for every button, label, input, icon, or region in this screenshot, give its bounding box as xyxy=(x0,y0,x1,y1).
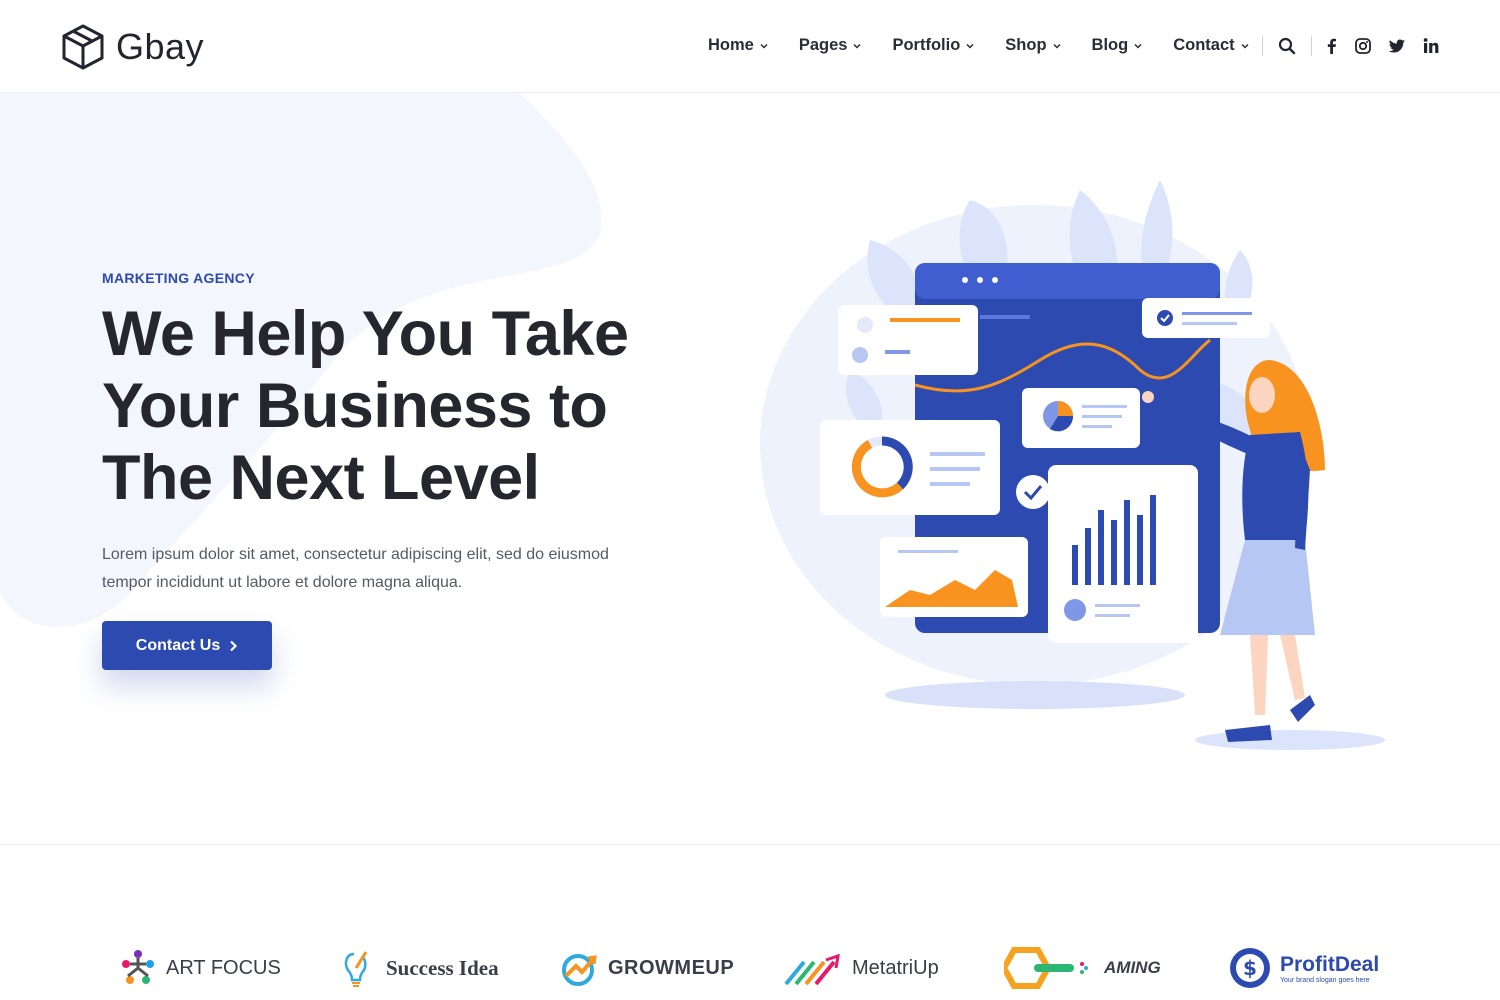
dollar-handshake-icon: $ xyxy=(1230,948,1270,988)
hero-title-line: Your Business to xyxy=(102,371,608,441)
nav-item-label: Contact xyxy=(1173,36,1235,54)
chevron-down-icon xyxy=(760,43,768,49)
box-logo-icon xyxy=(62,24,104,70)
partner-name: ART FOCUS xyxy=(166,956,281,979)
partner-name: Success Idea xyxy=(386,955,499,980)
partner-name: GROWMEUP xyxy=(608,956,735,979)
growth-arrow-icon xyxy=(562,954,597,986)
brand-logo[interactable]: Gbay xyxy=(60,22,204,72)
partner-logo-profitdeal[interactable]: $ ProfitDeal Your brand slogan goes here xyxy=(1228,943,1379,993)
art-focus-logo-icon xyxy=(122,950,154,984)
illustration-shadow xyxy=(1195,730,1385,750)
nav-item-label: Portfolio xyxy=(892,36,961,54)
twitter-icon xyxy=(1388,39,1405,53)
nav-item-contact[interactable]: Contact xyxy=(1173,36,1249,55)
dashboard-topbar xyxy=(915,263,1220,299)
nav-item-portfolio[interactable]: Portfolio xyxy=(892,36,975,55)
partner-logo-growmeup[interactable]: GROWMEUP xyxy=(560,943,734,993)
hero-description: Lorem ipsum dolor sit amet, consectetur … xyxy=(102,541,662,597)
hero-title: We Help You Take Your Business to The Ne… xyxy=(102,298,722,514)
twitter-link[interactable] xyxy=(1386,35,1408,57)
site-header: Gbay Home Pages Portfolio Shop Blog Cont… xyxy=(0,0,1500,93)
illustration-shadow xyxy=(885,681,1185,709)
contact-us-label: Contact Us xyxy=(135,636,221,654)
partner-logo-art-focus[interactable]: ART FOCUS xyxy=(118,943,281,993)
gaming-logo-icon xyxy=(1004,947,1088,989)
nav-item-blog[interactable]: Blog xyxy=(1092,36,1144,55)
search-button[interactable] xyxy=(1276,35,1298,57)
facebook-icon xyxy=(1327,38,1336,54)
hero-eyebrow: MARKETING AGENCY xyxy=(102,270,255,286)
chevron-down-icon xyxy=(966,43,974,49)
instagram-icon xyxy=(1355,38,1371,54)
linkedin-link[interactable] xyxy=(1420,35,1442,57)
chevron-down-icon xyxy=(1241,43,1249,49)
nav-divider xyxy=(1311,36,1312,56)
main-nav: Home Pages Portfolio Shop Blog Contact xyxy=(708,36,1250,55)
linkedin-icon xyxy=(1423,38,1439,53)
nav-divider xyxy=(1262,36,1263,56)
partner-tagline: Your brand slogan goes here xyxy=(1280,976,1370,984)
nav-item-home[interactable]: Home xyxy=(708,36,769,55)
contact-us-button[interactable]: Contact Us xyxy=(102,621,272,670)
chevron-down-icon xyxy=(1053,43,1061,49)
instagram-link[interactable] xyxy=(1352,35,1374,57)
nav-item-shop[interactable]: Shop xyxy=(1005,36,1061,55)
nav-item-label: Blog xyxy=(1091,36,1129,54)
chevron-down-icon xyxy=(853,43,861,49)
hero-description-line: Lorem ipsum dolor sit amet, consectetur … xyxy=(102,546,609,563)
nav-item-label: Home xyxy=(708,36,754,54)
nav-item-label: Shop xyxy=(1005,36,1047,54)
partner-logo-metatriup[interactable]: MetatriUp xyxy=(784,943,939,993)
hero-illustration xyxy=(760,180,1385,750)
profitdeal-text: ProfitDeal Your brand slogan goes here xyxy=(1280,953,1379,984)
info-card xyxy=(838,305,978,375)
facebook-link[interactable] xyxy=(1321,35,1343,57)
hero-title-line: The Next Level xyxy=(102,443,540,513)
hero-description-line: tempor incididunt ut labore et dolore ma… xyxy=(102,574,463,591)
hero-title-line: We Help You Take xyxy=(102,299,629,369)
svg-text:$: $ xyxy=(1243,956,1257,980)
chevron-down-icon xyxy=(1134,43,1142,49)
partner-logo-success-idea[interactable]: Success Idea xyxy=(338,943,499,993)
partner-name: ProfitDeal xyxy=(1280,952,1380,976)
brand-name: Gbay xyxy=(116,26,205,67)
partner-name: MetatriUp xyxy=(852,956,939,979)
partner-logo-aming[interactable]: AMING xyxy=(1004,943,1161,993)
nav-item-label: Pages xyxy=(798,36,848,54)
chevron-right-icon xyxy=(230,640,238,651)
section-divider xyxy=(0,844,1500,845)
nav-item-pages[interactable]: Pages xyxy=(799,36,863,55)
lightbulb-icon xyxy=(344,951,368,987)
partner-name: AMING xyxy=(1104,958,1161,977)
stripes-arrow-icon xyxy=(784,953,840,986)
search-icon xyxy=(1278,37,1296,55)
pie-card xyxy=(1022,388,1140,448)
